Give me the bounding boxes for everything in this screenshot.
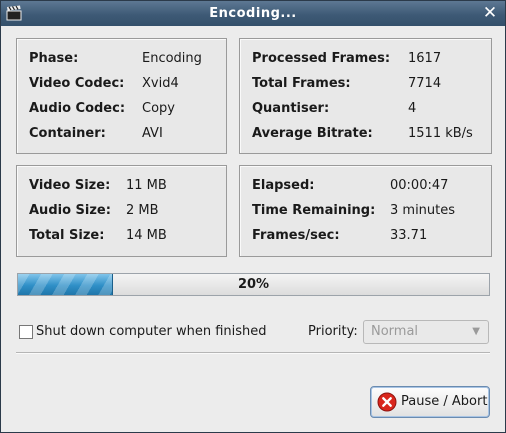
- container-value: AVI: [142, 126, 163, 141]
- video-size-label: Video Size:: [29, 178, 111, 193]
- job-info-panel: Phase: Encoding Video Codec: Xvid4 Audio…: [16, 38, 227, 154]
- average-bitrate-value: 1511 kB/s: [408, 126, 473, 141]
- video-codec-value: Xvid4: [142, 76, 179, 91]
- priority-selected-value: Normal: [371, 324, 419, 339]
- size-info-panel: Video Size: 11 MB Audio Size: 2 MB Total…: [16, 165, 227, 257]
- quantiser-label: Quantiser:: [252, 101, 330, 116]
- processed-frames-label: Processed Frames:: [252, 51, 391, 66]
- priority-label: Priority:: [308, 324, 358, 339]
- chevron-down-icon: ▼: [472, 326, 480, 337]
- video-size-value: 11 MB: [126, 178, 167, 193]
- container-label: Container:: [29, 126, 106, 141]
- total-size-label: Total Size:: [29, 228, 105, 243]
- total-frames-value: 7714: [408, 76, 442, 91]
- window-title: Encoding...: [209, 6, 297, 21]
- separator: [16, 352, 490, 354]
- encoding-dialog: Encoding... ✕ Phase: Encoding Video Code…: [0, 0, 506, 433]
- phase-label: Phase:: [29, 51, 79, 66]
- time-remaining-label: Time Remaining:: [252, 203, 376, 218]
- audio-codec-label: Audio Codec:: [29, 101, 126, 116]
- time-info-panel: Elapsed: 00:00:47 Time Remaining: 3 minu…: [239, 165, 492, 257]
- frames-info-panel: Processed Frames: 1617 Total Frames: 771…: [239, 38, 492, 154]
- total-frames-label: Total Frames:: [252, 76, 351, 91]
- close-icon[interactable]: ✕: [481, 4, 499, 22]
- total-size-value: 14 MB: [126, 228, 167, 243]
- encoding-progress-bar: 20%: [17, 273, 490, 296]
- frames-per-sec-value: 33.71: [390, 228, 428, 243]
- phase-value: Encoding: [142, 51, 202, 66]
- pause-abort-button[interactable]: Pause / Abort: [370, 386, 490, 418]
- processed-frames-value: 1617: [408, 51, 442, 66]
- audio-codec-value: Copy: [142, 101, 175, 116]
- progress-percent: 20%: [237, 277, 270, 292]
- elapsed-value: 00:00:47: [390, 178, 449, 193]
- abort-icon: [377, 392, 397, 412]
- title-bar[interactable]: Encoding... ✕: [1, 1, 505, 26]
- elapsed-label: Elapsed:: [252, 178, 315, 193]
- average-bitrate-label: Average Bitrate:: [252, 126, 373, 141]
- audio-size-value: 2 MB: [126, 203, 159, 218]
- shutdown-checkbox[interactable]: [19, 325, 33, 339]
- time-remaining-value: 3 minutes: [390, 203, 456, 218]
- video-codec-label: Video Codec:: [29, 76, 125, 91]
- shutdown-checkbox-label[interactable]: Shut down computer when finished: [36, 323, 267, 341]
- priority-select[interactable]: Normal ▼: [363, 320, 489, 344]
- frames-per-sec-label: Frames/sec:: [252, 228, 340, 243]
- pause-abort-label: Pause / Abort: [401, 394, 488, 409]
- audio-size-label: Audio Size:: [29, 203, 111, 218]
- quantiser-value: 4: [408, 101, 417, 116]
